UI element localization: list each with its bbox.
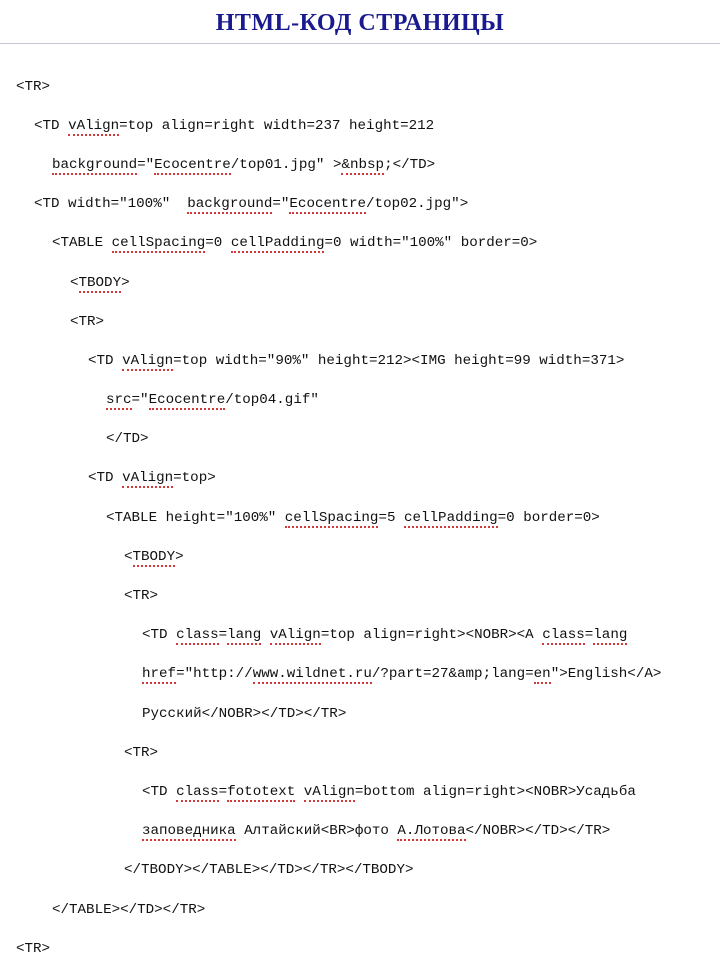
code-line: <TBODY> <box>16 274 704 294</box>
code-line: <TR> <box>16 78 704 98</box>
title-bar: HTML-КОД СТРАНИЦЫ <box>0 0 720 44</box>
code-line: <TD vAlign=top> <box>16 469 704 489</box>
code-block: <TR> <TD vAlign=top align=right width=23… <box>0 44 720 979</box>
code-line: Русский</NOBR></TD></TR> <box>16 705 704 725</box>
code-line: <TR> <box>16 587 704 607</box>
code-line: <TD width="100%" background="Ecocentre/t… <box>16 195 704 215</box>
code-line: href="http://www.wildnet.ru/?part=27&amp… <box>16 665 704 685</box>
code-line: <TD vAlign=top width="90%" height=212><I… <box>16 352 704 372</box>
code-line: <TR> <box>16 940 704 960</box>
code-line: <TD class=fototext vAlign=bottom align=r… <box>16 783 704 803</box>
code-line: <TR> <box>16 313 704 333</box>
code-line: background="Ecocentre/top01.jpg" >&nbsp;… <box>16 156 704 176</box>
page-title: HTML-КОД СТРАНИЦЫ <box>216 10 504 36</box>
code-line: заповедника Алтайский<BR>фото А.Лотова</… <box>16 822 704 842</box>
code-line: <TD vAlign=top align=right width=237 hei… <box>16 117 704 137</box>
code-line: src="Ecocentre/top04.gif" <box>16 391 704 411</box>
code-line: <TBODY> <box>16 548 704 568</box>
code-line: </TABLE></TD></TR> <box>16 901 704 921</box>
code-line: </TBODY></TABLE></TD></TR></TBODY> <box>16 861 704 881</box>
code-line: </TD> <box>16 430 704 450</box>
code-line: <TD class=lang vAlign=top align=right><N… <box>16 626 704 646</box>
code-line: <TABLE height="100%" cellSpacing=5 cellP… <box>16 509 704 529</box>
code-line: <TR> <box>16 744 704 764</box>
code-line: <TABLE cellSpacing=0 cellPadding=0 width… <box>16 234 704 254</box>
